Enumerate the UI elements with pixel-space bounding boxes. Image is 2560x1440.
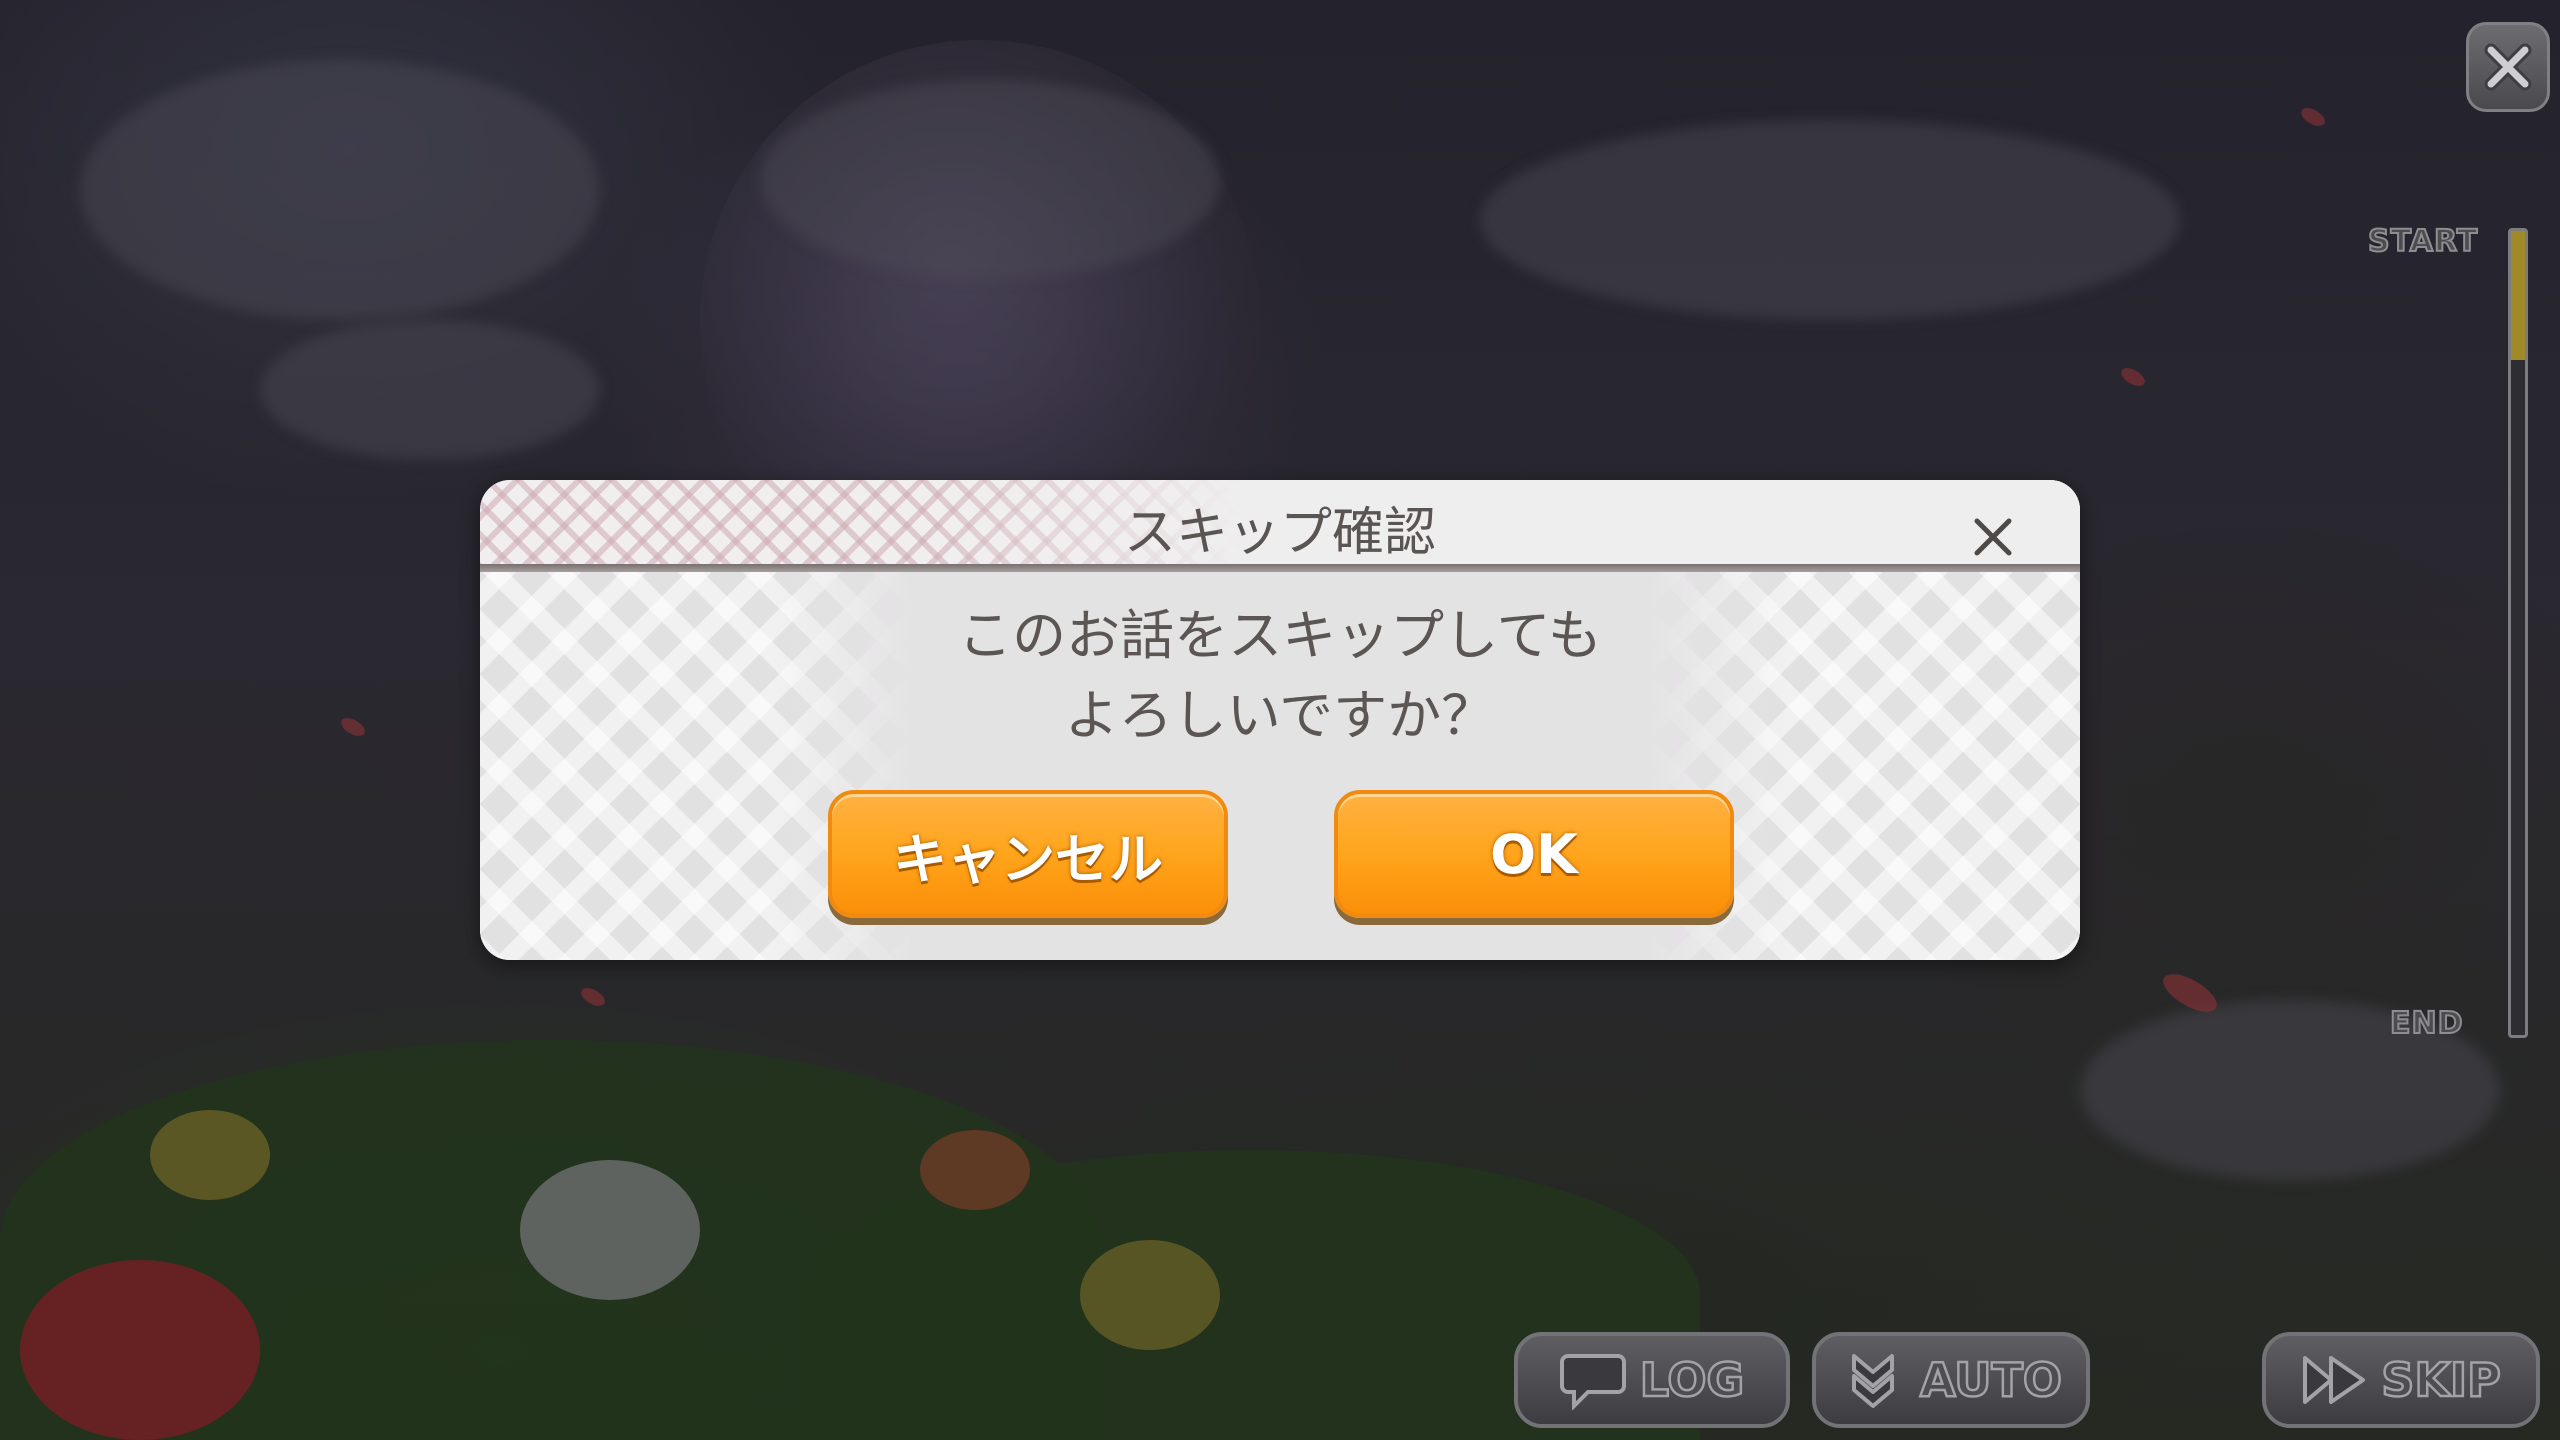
cloud: [760, 80, 1220, 280]
flower: [520, 1160, 700, 1300]
petal: [2118, 364, 2148, 390]
petal: [338, 714, 368, 740]
cancel-button[interactable]: キャンセル: [828, 790, 1228, 918]
close-icon: [1974, 518, 2012, 556]
fast-forward-icon: [2303, 1356, 2366, 1404]
story-progress-bar[interactable]: [2508, 228, 2528, 1038]
progress-start-label: START: [2367, 223, 2479, 260]
cloud: [80, 60, 600, 320]
skip-label: SKIP: [2380, 1352, 2502, 1409]
auto-button[interactable]: AUTO: [1812, 1332, 2090, 1428]
flower: [150, 1110, 270, 1200]
close-story-button[interactable]: [2466, 22, 2550, 112]
skip-button[interactable]: SKIP: [2262, 1332, 2540, 1428]
flower: [20, 1260, 260, 1440]
auto-label: AUTO: [1919, 1352, 2064, 1409]
log-label: LOG: [1638, 1352, 1745, 1409]
close-icon: [2484, 43, 2532, 91]
double-chevron-down-icon: [1851, 1354, 1894, 1408]
progress-end-label: END: [2389, 1005, 2464, 1042]
petal: [2298, 104, 2328, 130]
cloud: [1480, 120, 2180, 320]
story-progress-fill: [2511, 231, 2525, 360]
dialog-close-button[interactable]: [1964, 508, 2022, 566]
petal: [578, 984, 608, 1010]
dialog-title: スキップ確認: [1123, 503, 1436, 563]
dialog-header-divider: [480, 564, 2080, 572]
flower: [1080, 1240, 1220, 1350]
ok-button[interactable]: OK: [1334, 790, 1734, 918]
dialog-message-line-2: よろしいですか？: [1064, 684, 1496, 747]
cloud: [260, 320, 600, 460]
dialog-message-line-1: このお話をスキップしても: [958, 604, 1602, 667]
dialog-message: このお話をスキップしても よろしいですか？: [480, 596, 2080, 756]
flower: [920, 1130, 1030, 1210]
log-button[interactable]: LOG: [1514, 1332, 1790, 1428]
speech-bubble-icon: [1559, 1354, 1626, 1410]
